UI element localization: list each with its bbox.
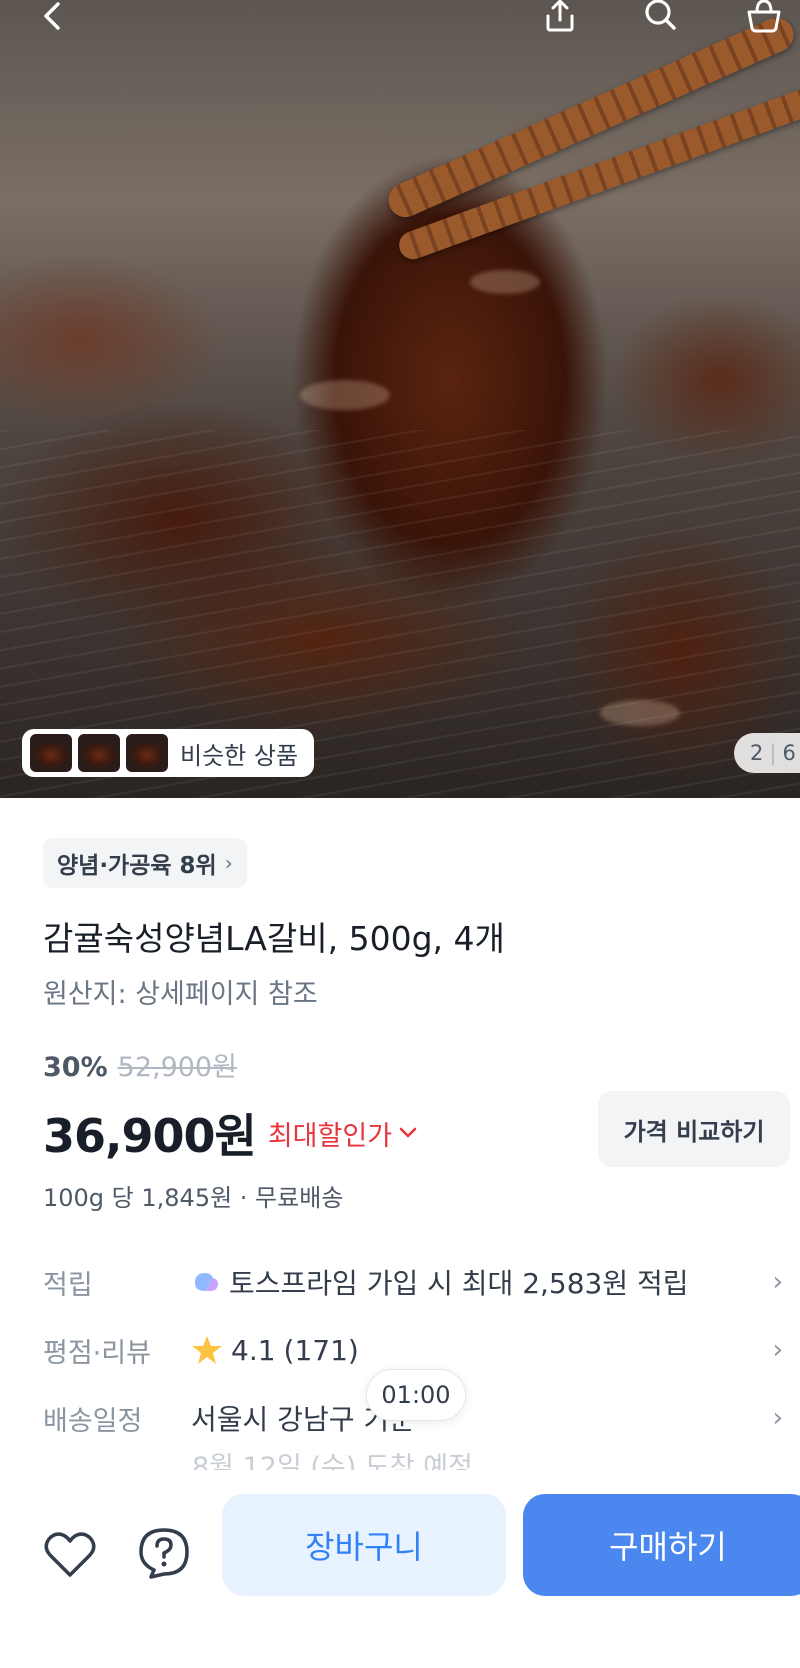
points-row[interactable]: 적립 토스프라임 가입 시 최대 2,583원 적립 › — [43, 1257, 783, 1307]
product-origin: 원산지: 상세페이지 참조 — [43, 979, 318, 1010]
chevron-right-icon: › — [224, 851, 233, 875]
delivery-key: 배송일정 — [43, 1405, 143, 1437]
meat-glaze-highlight — [600, 700, 680, 726]
chevron-right-icon: › — [772, 1403, 783, 1433]
buy-now-button[interactable]: 구매하기 — [523, 1494, 800, 1596]
chevron-right-icon: › — [772, 1335, 783, 1365]
category-rank-chip[interactable]: 양념·가공육 8위 › — [43, 838, 247, 888]
review-count: (171) — [283, 1333, 359, 1367]
points-value: 토스프라임 가입 시 최대 2,583원 적립 — [229, 1267, 689, 1300]
add-to-cart-button[interactable]: 장바구니 — [222, 1494, 506, 1596]
timer-badge: 01:00 — [366, 1369, 466, 1421]
chevron-down-icon — [399, 1127, 417, 1138]
shopping-basket-icon[interactable] — [740, 0, 788, 42]
price-row: 36,900원 최대할인가 — [43, 1100, 418, 1166]
max-discount-toggle[interactable]: 최대할인가 — [268, 1114, 418, 1153]
share-icon[interactable] — [536, 0, 584, 42]
max-discount-label: 최대할인가 — [267, 1120, 393, 1152]
unit-price-shipping: 100g 당 1,845원 · 무료배송 — [43, 1184, 344, 1212]
page-current: 2 — [750, 741, 764, 765]
question-icon[interactable] — [132, 1522, 196, 1586]
back-icon[interactable] — [30, 0, 78, 42]
page-separator: | — [769, 741, 777, 765]
meat-glaze-highlight — [470, 270, 540, 294]
price-compare-button[interactable]: 가격 비교하기 — [598, 1091, 790, 1167]
category-rank-label: 양념·가공육 8위 — [57, 853, 217, 879]
similar-product-thumbnail — [126, 734, 168, 772]
original-price: 52,900원 — [117, 1052, 237, 1083]
chevron-right-icon: › — [772, 1267, 783, 1297]
discount-rate: 30% — [43, 1052, 108, 1083]
toss-prime-icon — [195, 1273, 218, 1291]
similar-products-label: 비슷한 상품 — [180, 741, 299, 770]
page-total: 6 — [782, 741, 796, 765]
heart-icon[interactable] — [38, 1522, 102, 1586]
meat-glaze-highlight — [300, 380, 390, 410]
similar-product-thumbnail — [78, 734, 120, 772]
points-key: 적립 — [43, 1269, 93, 1301]
bottom-action-bar: 장바구니 구매하기 — [0, 1470, 800, 1668]
similar-product-thumbnail — [30, 734, 72, 772]
discount-row: 30% 52,900원 — [43, 1045, 237, 1084]
image-page-indicator: 2 | 6 — [734, 733, 800, 773]
top-navigation — [0, 0, 800, 40]
similar-products-chip[interactable]: 비슷한 상품 — [22, 729, 314, 777]
star-icon — [192, 1336, 222, 1364]
sale-price: 36,900원 — [43, 1109, 257, 1163]
rating-score: 4.1 — [231, 1333, 276, 1367]
product-image-carousel[interactable]: 비슷한 상품 2 | 6 — [0, 0, 800, 798]
rating-review-row[interactable]: 평점·리뷰 4.1 (171) › — [43, 1325, 783, 1375]
product-title: 감귤숙성양념LA갈비, 500g, 4개 — [43, 919, 505, 958]
search-icon[interactable] — [636, 0, 684, 42]
rating-key: 평점·리뷰 — [43, 1337, 151, 1369]
